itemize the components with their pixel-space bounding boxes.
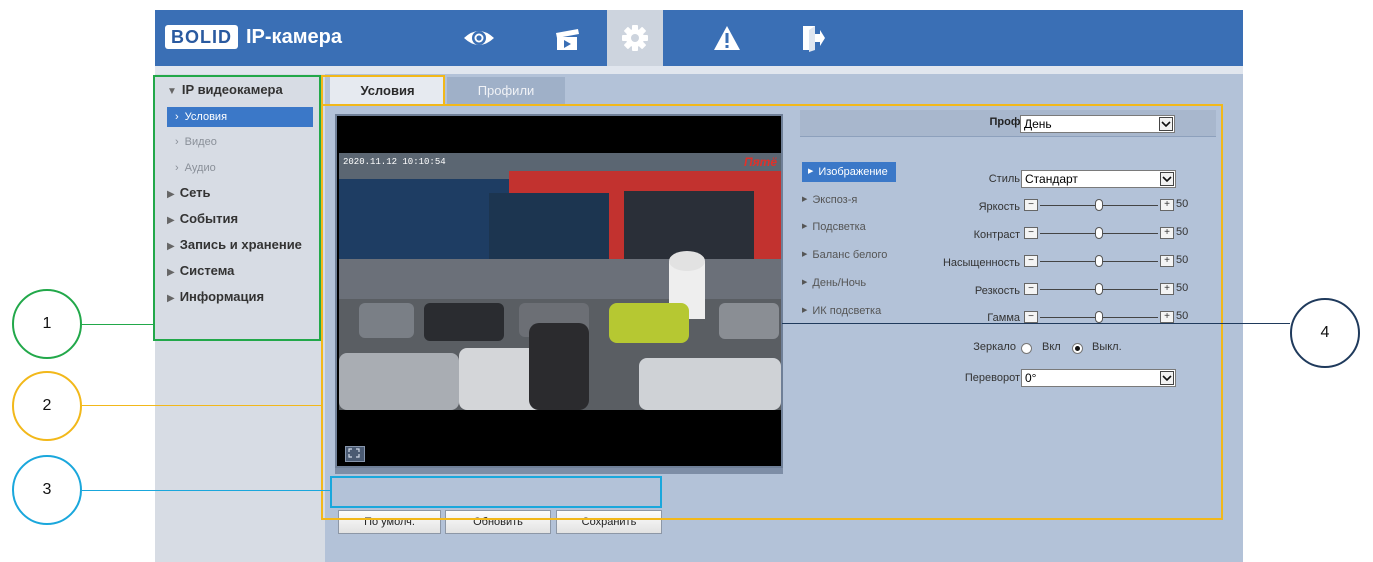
sub-bar xyxy=(155,66,1243,74)
logo: BOLID IP-камера xyxy=(165,24,342,50)
eye-icon xyxy=(464,31,494,45)
warning-icon xyxy=(714,26,740,50)
tab-profiles[interactable]: Профили xyxy=(447,77,565,104)
callout-3: 3 xyxy=(12,455,82,525)
annotation-box-2-tab xyxy=(321,75,445,105)
annotation-line-3 xyxy=(82,490,332,491)
live-view-button[interactable] xyxy=(451,10,507,66)
gear-icon xyxy=(622,25,648,51)
alarm-button[interactable] xyxy=(699,10,755,66)
settings-button[interactable] xyxy=(607,10,663,66)
annotation-box-3 xyxy=(330,476,662,508)
annotation-line-2 xyxy=(82,405,322,406)
app-title: IP-камера xyxy=(246,25,342,48)
callout-4: 4 xyxy=(1290,298,1360,368)
annotation-box-1 xyxy=(153,75,321,341)
callout-2: 2 xyxy=(12,371,82,441)
annotation-box-2 xyxy=(321,104,1223,520)
top-bar: BOLID IP-камера xyxy=(155,10,1243,66)
playback-button[interactable] xyxy=(539,10,595,66)
brand-logo: BOLID xyxy=(165,25,238,49)
logout-button[interactable] xyxy=(785,10,841,66)
clapperboard-icon xyxy=(556,29,579,50)
annotation-line-4 xyxy=(782,323,1290,324)
logout-icon xyxy=(803,26,825,52)
callout-1: 1 xyxy=(12,289,82,359)
annotation-line-1 xyxy=(82,324,154,325)
